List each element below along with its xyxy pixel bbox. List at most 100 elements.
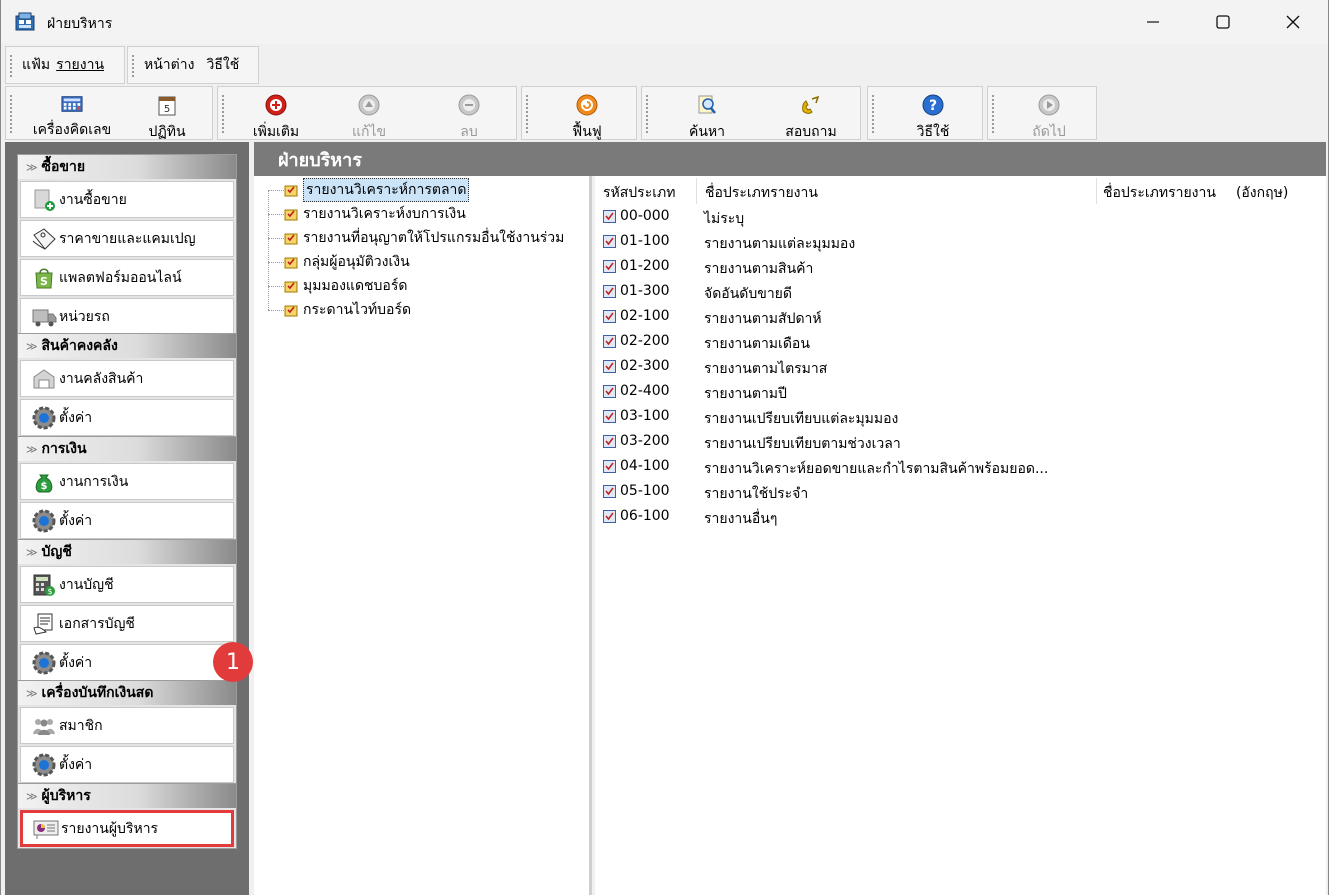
collapse-chevron-icon: ≫ [26,339,38,353]
toolbar-group-tools: เครื่องคิดเลข 5 ปฏิทิน [5,86,213,140]
document-hand-icon [31,611,57,637]
nav-item-accounting-settings[interactable]: ตั้งค่า [20,644,234,681]
row-name: รายงานตามสินค้า [704,261,814,277]
column-header-name-en-suffix: (อังกฤษ) [1235,185,1289,201]
column-header-name-en-label: ชื่อประเภทรายงาน [1103,185,1216,201]
nav-item-members[interactable]: สมาชิก [20,707,234,744]
nav-item-label: งานการเงิน [59,473,129,490]
menu-file[interactable]: แฟ้ม [16,54,56,76]
table-row[interactable]: 02-300 รายงานตามไตรมาส [603,356,1303,381]
restore-button[interactable]: ฟื้นฟู [552,87,622,141]
tree-item-dashboard-view[interactable]: มุมมองแดชบอร์ด [284,275,407,297]
table-row[interactable]: 00-000 ไม่ระบุ [603,206,1303,231]
column-divider[interactable] [696,178,697,204]
menu-help[interactable]: วิธีใช้ [200,54,245,76]
report-item-icon [603,410,616,423]
nav-header-inventory[interactable]: ≫ สินค้าคงคลัง [18,334,236,358]
nav-item-online-platform[interactable]: S แพลตฟอร์มออนไลน์ [20,259,234,296]
report-item-icon [603,485,616,498]
table-row[interactable]: 06-100 รายงานอื่นๆ [603,506,1303,531]
column-divider[interactable] [1096,178,1097,204]
edit-button[interactable]: แก้ไข [334,87,404,141]
toolbar-grip [10,55,15,77]
help-button[interactable]: ? วิธีใช้ [898,87,968,141]
row-code: 04-100 [620,458,670,474]
nav-header-cash-register[interactable]: ≫ เครื่องบันทึกเงินสด [18,681,236,705]
users-group-icon [31,713,57,739]
table-row[interactable]: 02-400 รายงานตามปี [603,381,1303,406]
column-header-name[interactable]: ชื่อประเภทรายงาน [705,182,818,204]
tree-item-shared-reports[interactable]: รายงานที่อนุญาตให้โปรแกรมอื่นใช้งานร่วม [284,227,564,249]
row-name: รายงานใช้ประจำ [704,486,809,502]
delete-button[interactable]: ลบ [434,87,504,141]
row-code: 02-400 [620,383,670,399]
search-label: ค้นหา [688,124,726,140]
app-icon [15,12,35,31]
collapse-chevron-icon: ≫ [26,789,38,803]
close-icon [1286,15,1300,29]
maximize-icon [1216,15,1230,29]
table-row[interactable]: 03-200 รายงานเปรียบเทียบตามช่วงเวลา [603,431,1303,456]
row-name: รายงานอื่นๆ [704,511,778,527]
minimize-button[interactable] [1118,0,1188,44]
column-header-code[interactable]: รหัสประเภท [603,182,675,204]
calculator-button[interactable]: เครื่องคิดเลข [22,87,122,141]
nav-section-cash-register: ≫ เครื่องบันทึกเงินสด สมาชิก ตั้งค่า [17,680,237,785]
price-tag-icon [31,226,57,252]
ledger-calculator-icon: $ [31,572,57,598]
table-row[interactable]: 01-200 รายงานตามสินค้า [603,256,1303,281]
table-row[interactable]: 04-100 รายงานวิเคราะห์ยอดขายและกำไรตามสิน… [603,456,1303,481]
nav-header-accounting[interactable]: ≫ บัญชี [18,540,236,564]
next-button[interactable]: ถัดไป [1014,87,1084,141]
nav-item-finance-work[interactable]: $ งานการเงิน [20,463,234,500]
row-name: จัดอันดับขายดี [704,286,792,302]
calendar-button[interactable]: 5 ปฏิทิน [132,87,202,141]
table-row[interactable]: 02-200 รายงานตามเดือน [603,331,1303,356]
table-row[interactable]: 03-100 รายงานเปรียบเทียบแต่ละมุมมอง [603,406,1303,431]
maximize-button[interactable] [1188,0,1258,44]
inquiry-button[interactable]: สอบถาม [766,87,856,141]
toolbar-group-search: ค้นหา สอบถาม [641,86,861,140]
search-button[interactable]: ค้นหา [672,87,742,141]
shopping-bag-icon: S [31,265,57,291]
report-folder-icon [284,305,298,317]
nav-header-executive[interactable]: ≫ ผู้บริหาร [18,784,236,808]
nav-header-finance[interactable]: ≫ การเงิน [18,437,236,461]
nav-item-accounting-work[interactable]: $ งานบัญชี [20,566,234,603]
add-button[interactable]: เพิ่มเติม [236,87,316,141]
nav-item-inventory-settings[interactable]: ตั้งค่า [20,399,234,436]
nav-item-cash-register-settings[interactable]: ตั้งค่า [20,746,234,783]
phone-icon [800,94,822,116]
tree-item-whiteboard[interactable]: กระดานไวท์บอร์ด [284,299,411,321]
nav-item-accounting-documents[interactable]: เอกสารบัญชี [20,605,234,642]
tree-item-label: รายงานวิเคราะห์งบการเงิน [303,206,466,222]
tree-item-financial-analysis[interactable]: รายงานวิเคราะห์งบการเงิน [284,203,466,225]
tree-item-label: มุมมองแดชบอร์ด [303,278,408,294]
next-icon [1038,94,1060,116]
nav-item-label: เอกสารบัญชี [59,615,135,632]
window-title: ฝ่ายบริหาร [47,16,113,32]
table-row[interactable]: 01-100 รายงานตามแต่ละมุมมอง [603,231,1303,256]
table-row[interactable]: 05-100 รายงานใช้ประจำ [603,481,1303,506]
menu-report[interactable]: รายงาน [56,54,110,76]
column-header-name-en[interactable]: ชื่อประเภทรายงาน (อังกฤษ) [1103,182,1288,204]
nav-item-warehouse-work[interactable]: งานคลังสินค้า [20,360,234,397]
calculator-icon [61,94,83,114]
row-code: 03-200 [620,433,670,449]
calendar-label: ปฏิทิน [148,124,186,140]
nav-item-sales-work[interactable]: งานซื้อขาย [20,181,234,218]
table-row[interactable]: 01-300 จัดอันดับขายดี [603,281,1303,306]
help-label: วิธีใช้ [916,124,950,140]
table-row[interactable]: 02-100 รายงานตามสัปดาห์ [603,306,1303,331]
nav-item-price-campaign[interactable]: ราคาขายและแคมเปญ [20,220,234,257]
close-button[interactable] [1258,0,1328,44]
nav-item-vehicle-unit[interactable]: หน่วยรถ [20,298,234,335]
menu-window[interactable]: หน้าต่าง [138,54,200,76]
tree-item-marketing-analysis[interactable]: รายงานวิเคราะห์การตลาด [284,178,470,202]
nav-item-executive-report[interactable]: รายงานผู้บริหาร [20,810,234,847]
collapse-chevron-icon: ≫ [26,686,38,700]
menu-group-main: แฟ้ม รายงาน [5,46,125,84]
nav-header-sales[interactable]: ≫ ซื้อขาย [18,155,236,179]
nav-item-finance-settings[interactable]: ตั้งค่า [20,502,234,539]
tree-item-credit-approvers[interactable]: กลุ่มผู้อนุมัติวงเงิน [284,251,410,273]
